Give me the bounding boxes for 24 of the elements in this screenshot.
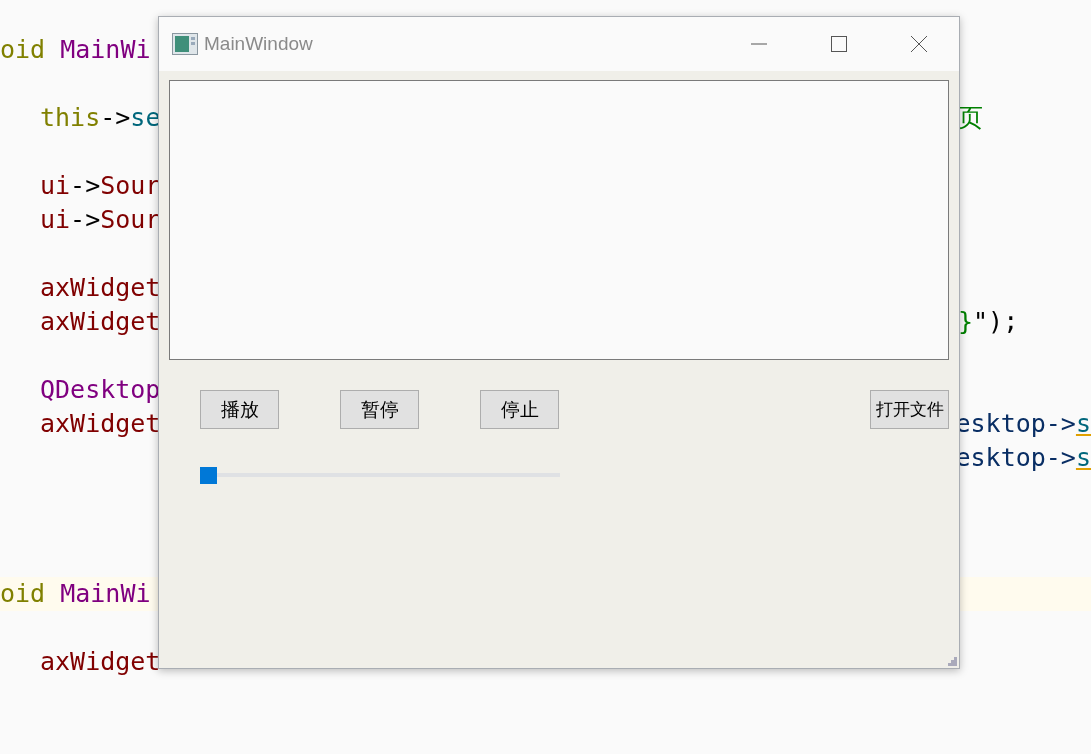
code-line: this->se xyxy=(40,103,161,132)
close-icon[interactable] xyxy=(911,36,927,52)
code-line: axWidget xyxy=(40,307,161,336)
code-line: axWidget xyxy=(40,409,161,438)
app-icon xyxy=(172,33,198,55)
slider-thumb[interactable] xyxy=(200,467,217,484)
code-line: oid MainWi xyxy=(0,579,151,608)
window-title: MainWindow xyxy=(204,33,313,55)
push-button[interactable]: 停止 xyxy=(480,390,559,429)
code-line: oid MainWi xyxy=(0,35,151,64)
code-line: ui->Sour xyxy=(40,205,161,234)
push-button[interactable]: 播放 xyxy=(200,390,279,429)
code-line: axWidget xyxy=(40,647,161,676)
maximize-icon[interactable] xyxy=(831,36,847,52)
code-line: }"); xyxy=(958,307,1019,336)
code-line: QDesktop xyxy=(40,375,161,404)
code-line: 页 xyxy=(958,103,983,132)
push-button[interactable]: 打开文件 xyxy=(870,390,949,429)
push-button[interactable]: 暂停 xyxy=(340,390,419,429)
code-line: esktop->s xyxy=(955,443,1091,472)
code-line: axWidget xyxy=(40,273,161,302)
resize-grip-icon[interactable] xyxy=(948,657,957,666)
code-line: ui->Sour xyxy=(40,171,161,200)
code-line: esktop->s xyxy=(955,409,1091,438)
